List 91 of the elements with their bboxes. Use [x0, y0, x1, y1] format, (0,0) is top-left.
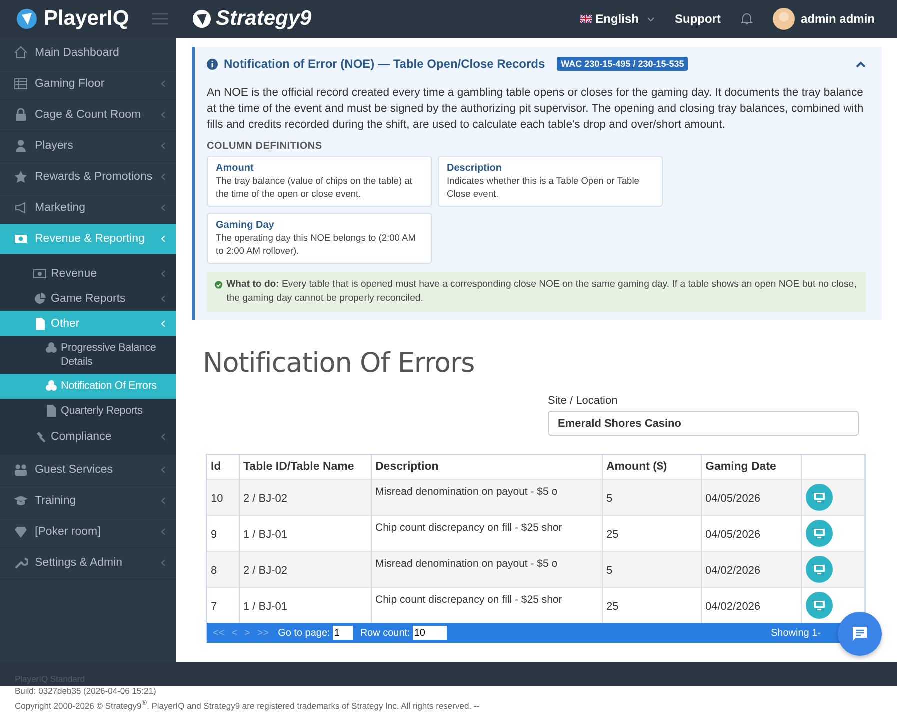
panel-description: An NOE is the official record created every time a gambling table opens or closes for the gaming day. It documents the tray balance at the time of the event and must be signed by the authorizing pit supervisor. The opening and closing tray balances, combined with fills and credits recorded during the shift, are used to calculate each table's drop and over/short amount.	[207, 86, 865, 133]
people-icon	[14, 463, 28, 477]
user-name[interactable]: admin admin	[800, 12, 875, 26]
table-cell: 04/05/2026	[706, 493, 761, 505]
sidebar-item[interactable]: Game Reports	[0, 286, 176, 311]
home-icon	[14, 46, 28, 60]
info-icon	[207, 58, 218, 70]
check-circle-icon	[215, 280, 223, 290]
coins-icon	[44, 379, 58, 393]
build-info: Build: 0327deb35 (2026-04-06 15:21)	[14, 685, 158, 697]
avatar-icon[interactable]	[772, 8, 795, 30]
location-select[interactable]: Emerald Shores Casino	[548, 411, 859, 436]
money-icon	[14, 232, 28, 246]
table-cell: Chip count discrepancy on fill - $25 shor	[376, 594, 562, 606]
table-cell: 9	[211, 529, 218, 541]
table-cell: 8	[211, 565, 218, 577]
showing-text: Showing 1-	[770, 628, 821, 638]
support-link[interactable]: Support	[674, 12, 721, 26]
column-header: Description	[371, 455, 602, 480]
view-button[interactable]	[806, 484, 832, 511]
megaphone-icon	[14, 201, 28, 215]
logo-icon	[16, 8, 38, 30]
table-cell: 1 / BJ-01	[244, 529, 288, 541]
tip-text: What to do: Every table that is opened must have a corresponding close NOE on the same gaming day. If a table shows an open NOE but no close, the gaming day cannot be properly reconciled.	[226, 278, 858, 306]
table-cell: 1 / BJ-01	[244, 601, 288, 613]
view-button[interactable]	[806, 520, 832, 547]
view-button[interactable]	[806, 556, 832, 583]
section-heading: COLUMN DEFINITIONS	[207, 141, 324, 152]
table-cell: 2 / BJ-02	[244, 493, 288, 505]
definition-text: Indicates whether this is a Table Open or Table Close event.	[447, 176, 640, 199]
table-cell: Misread denomination on payout - $5 o	[376, 486, 558, 498]
monitor-icon	[814, 528, 824, 538]
row-count-input[interactable]: 10	[413, 626, 448, 640]
definition-text: The operating day this NOE belongs to (2:00 AM to 2:00 AM rollover).	[216, 233, 416, 256]
copyright-text: Copyright 2000-2026 © Strategy9$^{®}$. PlayerIQ and Strategy9 are registered trademarks of Strategy Inc. All rights reserved. --	[14, 698, 481, 712]
language-selector[interactable]: English	[596, 12, 639, 26]
monitor-icon	[814, 492, 824, 502]
table-cell: 10	[211, 493, 224, 505]
table-cell: 04/02/2026	[706, 601, 761, 613]
panel-title: Notification of Error (NOE) — Table Open/Close Records	[224, 57, 546, 71]
money-icon	[33, 266, 47, 280]
table-cell: 25	[606, 529, 619, 541]
table-cell: 5	[606, 565, 613, 577]
column-header: Table ID/Table Name	[239, 455, 371, 480]
monitor-icon	[814, 600, 824, 610]
definition-term: Amount	[216, 162, 255, 175]
pie-chart-icon	[33, 292, 47, 306]
sidebar-item[interactable]: Compliance	[0, 424, 176, 449]
column-header: Id	[207, 455, 239, 480]
regulation-badge: WAC 230-15-495 / 230-15-535	[557, 57, 688, 71]
table-cell: Chip count discrepancy on fill - $25 shor	[376, 522, 562, 534]
table-cell: 2 / BJ-02	[244, 565, 288, 577]
column-header: Amount ($)	[602, 455, 701, 480]
diamond-icon	[14, 525, 28, 539]
table-cell: 04/02/2026	[706, 565, 761, 577]
definition-text: The tray balance (value of chips on the table) at the time of the open or close event.	[216, 176, 412, 199]
table-cell: 7	[211, 601, 218, 613]
sidebar-item[interactable]: Revenue	[0, 261, 176, 286]
document-icon	[44, 404, 58, 418]
field-label: Site / Location	[548, 395, 619, 407]
view-button[interactable]	[806, 592, 832, 619]
page-input[interactable]: 1	[333, 626, 354, 640]
collapse-icon[interactable]	[856, 60, 866, 68]
definition-term: Gaming Day	[216, 219, 276, 232]
bell-icon[interactable]	[740, 12, 753, 26]
grid-icon	[14, 77, 28, 91]
graduation-cap-icon	[14, 494, 28, 508]
caret-icon[interactable]	[646, 16, 655, 22]
table-cell: Misread denomination on payout - $5 o	[376, 558, 558, 570]
page-label: Go to page:	[278, 628, 330, 638]
table-cell: 25	[606, 601, 619, 613]
lock-icon	[14, 108, 28, 122]
company-logo-icon	[192, 9, 212, 29]
coins-icon	[44, 341, 58, 355]
chat-icon	[852, 626, 868, 642]
table-cell: 5	[606, 493, 613, 505]
monitor-icon	[814, 564, 824, 574]
star-icon	[14, 170, 28, 184]
definition-term: Description	[447, 162, 504, 175]
brand-name: PlayerIQ	[44, 7, 130, 31]
table-cell: 04/05/2026	[706, 529, 761, 541]
sidebar-item[interactable]: Quarterly Reports	[0, 399, 176, 424]
company-name: Strategy9	[216, 7, 312, 31]
document-icon	[33, 316, 47, 330]
sidebar-item[interactable]: Progressive Balance Details	[0, 336, 176, 374]
column-header: Gaming Date	[701, 455, 801, 480]
row-count-label: Row count:	[360, 628, 410, 638]
page-title: Notification Of Errors	[203, 348, 476, 379]
person-icon	[14, 139, 28, 153]
sidebar-item[interactable]: Guest Services	[0, 455, 176, 486]
flag-icon	[580, 15, 592, 23]
